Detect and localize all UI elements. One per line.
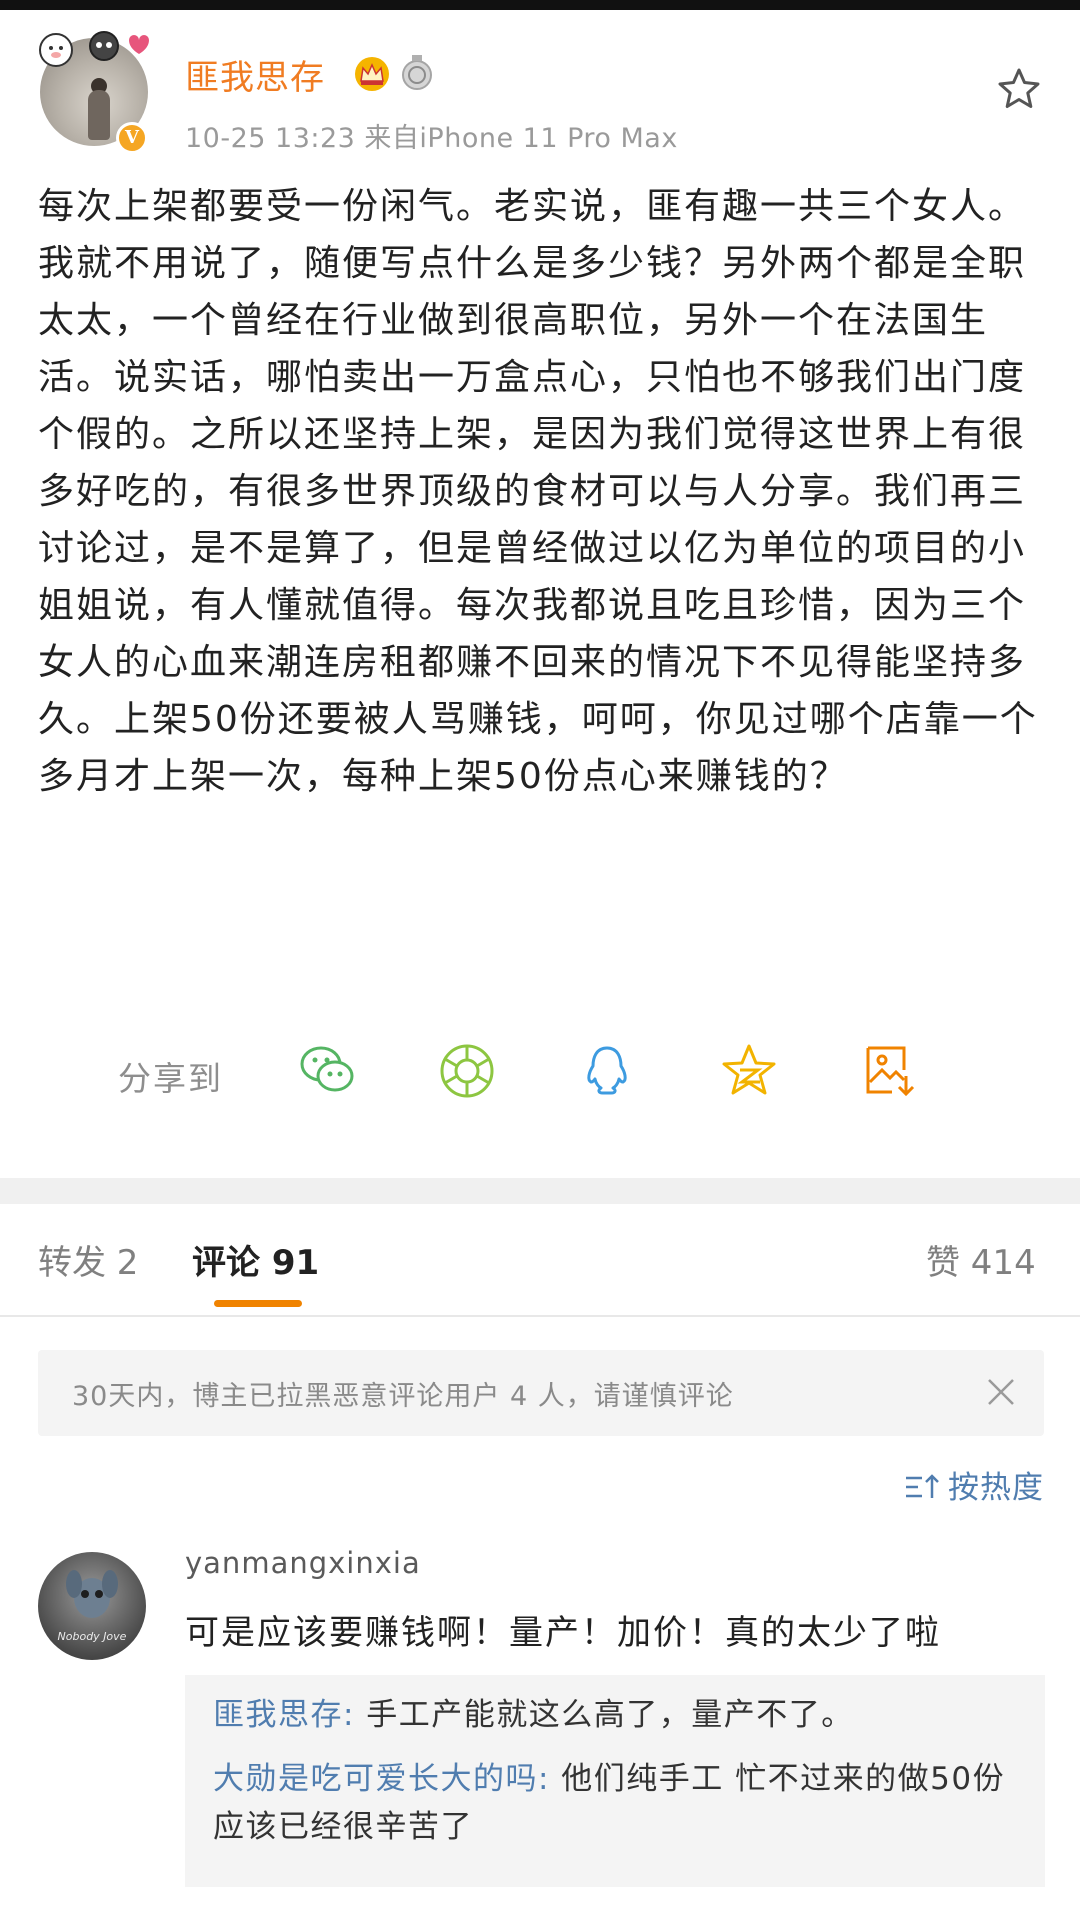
commenter-name[interactable]: yanmangxinxia [185,1546,421,1580]
medal-icon[interactable] [400,55,434,93]
tab-comments[interactable]: 评论 91 [192,1235,319,1284]
verified-badge: V [116,122,148,154]
sort-icon[interactable] [902,1470,942,1504]
tab-repost[interactable]: 转发 2 [38,1235,138,1284]
post-body: 每次上架都要受一份闲气。老实说，匪有趣一共三个女人。我就不用说了，随便写点什么是… [38,186,1038,797]
avatar-caption: Nobody Jove [57,1630,127,1643]
reply-text: 手工产能就这么高了，量产不了。 [354,1697,854,1733]
comment-text: 可是应该要赚钱啊！量产！加价！真的太少了啦 [185,1613,941,1653]
top-edge [0,0,1080,10]
post-meta: 10-25 13:23 来自iPhone 11 Pro Max [185,123,678,154]
commenter-avatar[interactable]: Nobody Jove [38,1552,146,1660]
author-name[interactable]: 匪我思存 [185,50,325,99]
active-tab-indicator [214,1300,302,1307]
section-divider [0,1178,1080,1204]
save-image-icon[interactable] [858,1040,920,1102]
reply-item: 大勋是吃可爱长大的吗: 他们纯手工 忙不过来的做50份应该已经很辛苦了 [213,1755,1033,1851]
wechat-icon[interactable] [296,1040,358,1102]
tabs-border [0,1315,1080,1317]
sort-button[interactable]: 按热度 [948,1462,1044,1507]
crown-icon[interactable] [353,55,391,93]
moments-icon[interactable] [436,1040,498,1102]
star-outline-icon[interactable] [996,66,1042,112]
share-label: 分享到 [118,1059,223,1098]
reply-box[interactable]: 匪我思存: 手工产能就这么高了，量产不了。 大勋是吃可爱长大的吗: 他们纯手工 … [185,1675,1045,1887]
qzone-icon[interactable] [718,1040,780,1102]
reply-author[interactable]: 匪我思存: [213,1697,355,1733]
qq-icon[interactable] [576,1040,638,1102]
avatar-character-icon [66,1570,118,1618]
block-notice: 30天内，博主已拉黑恶意评论用户 4 人，请谨慎评论 [38,1350,1044,1436]
reply-item: 匪我思存: 手工产能就这么高了，量产不了。 [213,1691,854,1739]
tab-likes[interactable]: 赞 414 [926,1235,1036,1284]
avatar-sticker-icon [39,31,149,67]
notice-text: 30天内，博主已拉黑恶意评论用户 4 人，请谨慎评论 [72,1381,734,1412]
share-row: 分享到 [0,1040,1080,1110]
reply-author[interactable]: 大勋是吃可爱长大的吗: [213,1761,550,1797]
close-icon[interactable] [983,1374,1019,1410]
avatar-figure-body [88,90,110,140]
